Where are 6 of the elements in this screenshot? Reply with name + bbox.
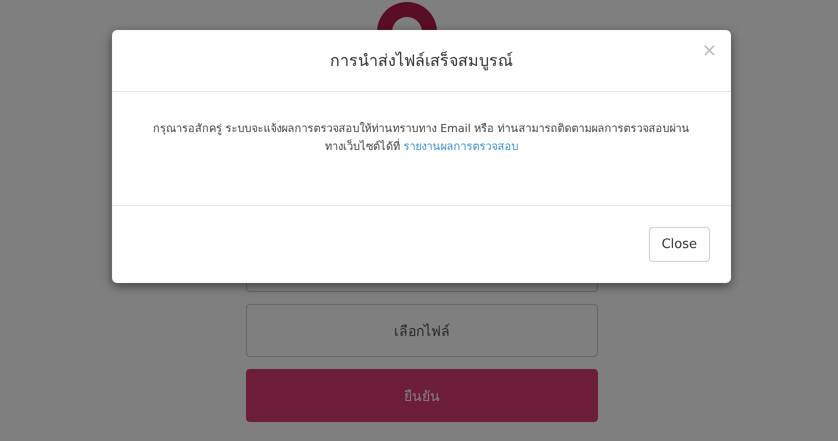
report-link[interactable]: รายงานผลการตรวจสอบ — [403, 140, 518, 153]
dialog-title: การนำส่งไฟล์เสร็จสมบูรณ์ — [330, 50, 513, 72]
close-button[interactable]: Close — [648, 227, 710, 262]
choose-file-button[interactable]: เลือกไฟล์ — [246, 304, 598, 357]
confirm-button[interactable]: ยืนยัน — [246, 369, 598, 422]
message-text: กรุณารอสักครู่ ระบบจะแจ้งผลการตรวจสอบให้ท่านทราบทาง Email หรือ ท่านสามารถติดตามผลการตรวจสอบผ่านทางเว็บไซต์ได้ที่ รายงานผลการตรวจสอบ — [152, 121, 691, 155]
